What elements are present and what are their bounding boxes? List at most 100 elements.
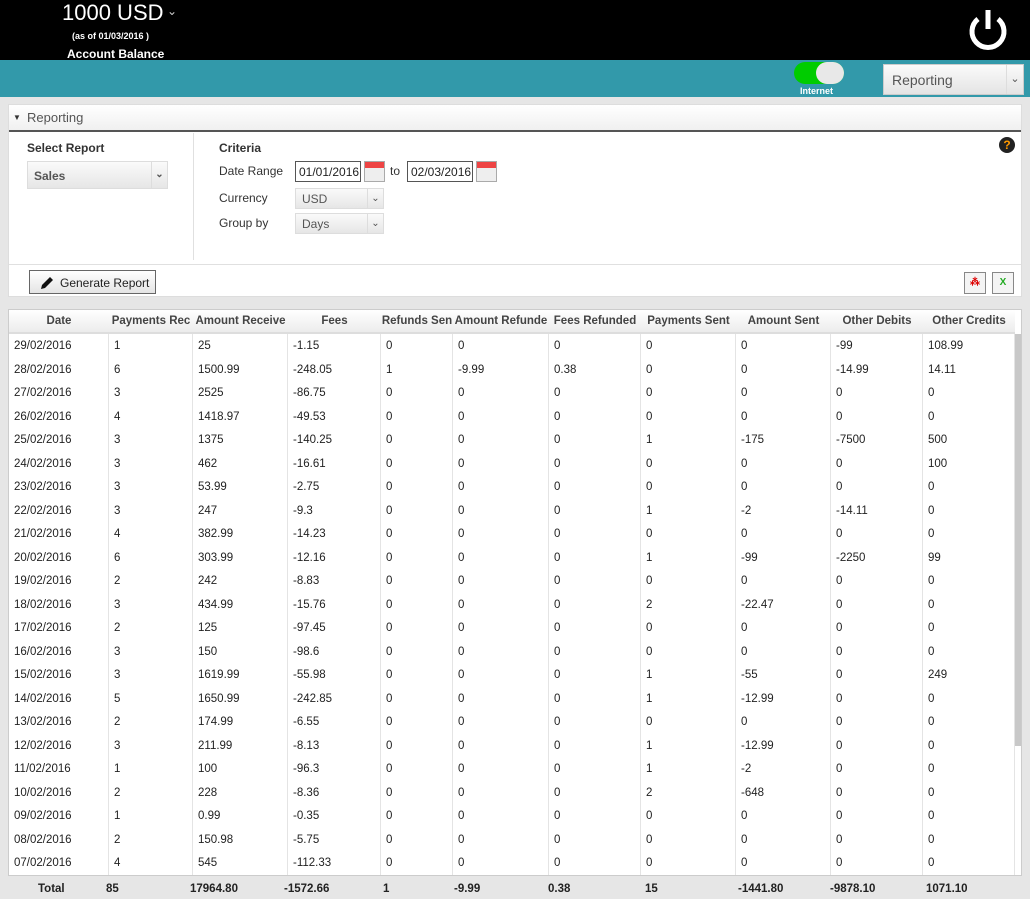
chevron-down-icon[interactable]: ⌄ [167, 4, 177, 18]
table-cell: 0 [923, 733, 1015, 757]
table-cell: 247 [193, 498, 288, 522]
table-cell: -8.36 [288, 780, 381, 804]
table-cell: 0 [381, 780, 453, 804]
table-cell: 0 [923, 780, 1015, 804]
table-cell: 2 [641, 780, 736, 804]
table-cell: 0 [831, 639, 923, 663]
chevron-down-icon: ⌄ [1006, 65, 1023, 94]
table-cell: 0 [453, 757, 549, 781]
column-header[interactable]: Fees [288, 310, 381, 332]
table-cell: 0 [381, 522, 453, 546]
table-cell: 1 [641, 663, 736, 687]
column-header[interactable]: Other Debits [831, 310, 923, 332]
calendar-icon[interactable] [476, 161, 497, 182]
table-cell: 0 [641, 475, 736, 499]
table-cell: 0 [381, 475, 453, 499]
table-cell: 0 [641, 851, 736, 875]
section-select[interactable]: Reporting ⌄ [883, 64, 1024, 95]
table-cell: 14/02/2016 [9, 686, 109, 710]
table-cell: 1 [641, 428, 736, 452]
table-cell: 0 [641, 827, 736, 851]
panel-title: Reporting [27, 110, 84, 125]
table-cell: 0 [641, 451, 736, 475]
table-cell: 0 [549, 686, 641, 710]
table-cell: -9.3 [288, 498, 381, 522]
table-cell: 0 [549, 404, 641, 428]
table-row: 21/02/2016 4 382.99 -14.23 0 0 0 0 0 0 0 [9, 522, 1015, 546]
table-cell: 0 [923, 827, 1015, 851]
table-cell: 0 [453, 545, 549, 569]
generate-report-button[interactable]: Generate Report [29, 270, 156, 294]
total-cell: -9.99 [454, 883, 481, 895]
table-cell: 0 [381, 851, 453, 875]
table-cell: 0 [381, 569, 453, 593]
table-cell: 150 [193, 639, 288, 663]
table-row: 14/02/2016 5 1650.99 -242.85 0 0 0 1 -12.99 0 0 [9, 686, 1015, 710]
table-cell: 2 [641, 592, 736, 616]
table-cell: 242 [193, 569, 288, 593]
calendar-icon[interactable] [364, 161, 385, 182]
table-cell: 500 [923, 428, 1015, 452]
table-cell: 29/02/2016 [9, 334, 109, 358]
table-cell: 6 [109, 545, 193, 569]
scrollbar[interactable] [1015, 334, 1021, 746]
column-header[interactable]: Payments Rec [109, 310, 193, 332]
table-cell: 0 [831, 616, 923, 640]
table-cell: 0 [381, 404, 453, 428]
table-cell: 0 [381, 639, 453, 663]
column-header[interactable]: Date [9, 310, 109, 332]
table-cell: 0 [831, 451, 923, 475]
column-header[interactable]: Fees Refunded [549, 310, 641, 332]
help-icon[interactable]: ? [999, 137, 1015, 153]
table-row: 10/02/2016 2 228 -8.36 0 0 0 2 -648 0 0 [9, 780, 1015, 804]
table-cell: 0 [641, 569, 736, 593]
table-cell: -98.6 [288, 639, 381, 663]
panel-header[interactable]: ▼ Reporting [9, 105, 1021, 132]
table-cell: 0 [736, 381, 831, 405]
totals-row: Total 85 17964.80 -1572.66 1 -9.99 0.38 15 -1441… [8, 876, 1022, 899]
table-cell: 1500.99 [193, 357, 288, 381]
date-range-label: Date Range [219, 164, 284, 178]
table-cell: 19/02/2016 [9, 569, 109, 593]
column-header[interactable]: Amount Receive [193, 310, 288, 332]
column-header[interactable]: Payments Sent [641, 310, 736, 332]
group-by-select[interactable]: Days ⌄ [295, 213, 384, 234]
table-cell: 0 [453, 451, 549, 475]
table-cell: 14.11 [923, 357, 1015, 381]
pdf-export-icon[interactable]: ⁂ [964, 272, 986, 294]
column-header[interactable]: Refunds Sen [381, 310, 453, 332]
report-select[interactable]: Sales ⌄ [27, 161, 168, 189]
total-cell: 1 [383, 883, 390, 895]
power-icon[interactable] [966, 7, 1010, 53]
table-cell: 0 [831, 780, 923, 804]
account-balance-value[interactable]: 1000 USD [62, 0, 164, 26]
currency-select[interactable]: USD ⌄ [295, 188, 384, 209]
generate-report-label: Generate Report [60, 276, 150, 290]
table-cell: 0 [549, 334, 641, 358]
table-cell: 0 [381, 686, 453, 710]
table-cell: 0 [549, 381, 641, 405]
table-cell: 0 [641, 404, 736, 428]
internet-toggle[interactable] [794, 62, 844, 84]
table-cell: 0 [549, 475, 641, 499]
table-cell: -2 [736, 498, 831, 522]
column-header[interactable]: Amount Refunde [453, 310, 549, 332]
column-header[interactable]: Other Credits [923, 310, 1015, 332]
table-cell: 0 [549, 663, 641, 687]
table-cell: -96.3 [288, 757, 381, 781]
table-row: 27/02/2016 3 2525 -86.75 0 0 0 0 0 0 0 [9, 381, 1015, 405]
date-to-input[interactable]: 02/03/2016 [407, 161, 473, 182]
table-cell: -648 [736, 780, 831, 804]
table-cell: 0 [453, 686, 549, 710]
table-cell: -14.11 [831, 498, 923, 522]
date-from-input[interactable]: 01/01/2016 [295, 161, 361, 182]
column-header[interactable]: Amount Sent [736, 310, 831, 332]
table-cell: 22/02/2016 [9, 498, 109, 522]
table-cell: 174.99 [193, 710, 288, 734]
table-cell: 0 [923, 498, 1015, 522]
table-cell: 0 [736, 451, 831, 475]
collapse-triangle-icon[interactable]: ▼ [13, 113, 21, 122]
table-cell: 0 [831, 381, 923, 405]
excel-export-icon[interactable]: X [992, 272, 1014, 294]
table-cell: 0 [381, 827, 453, 851]
